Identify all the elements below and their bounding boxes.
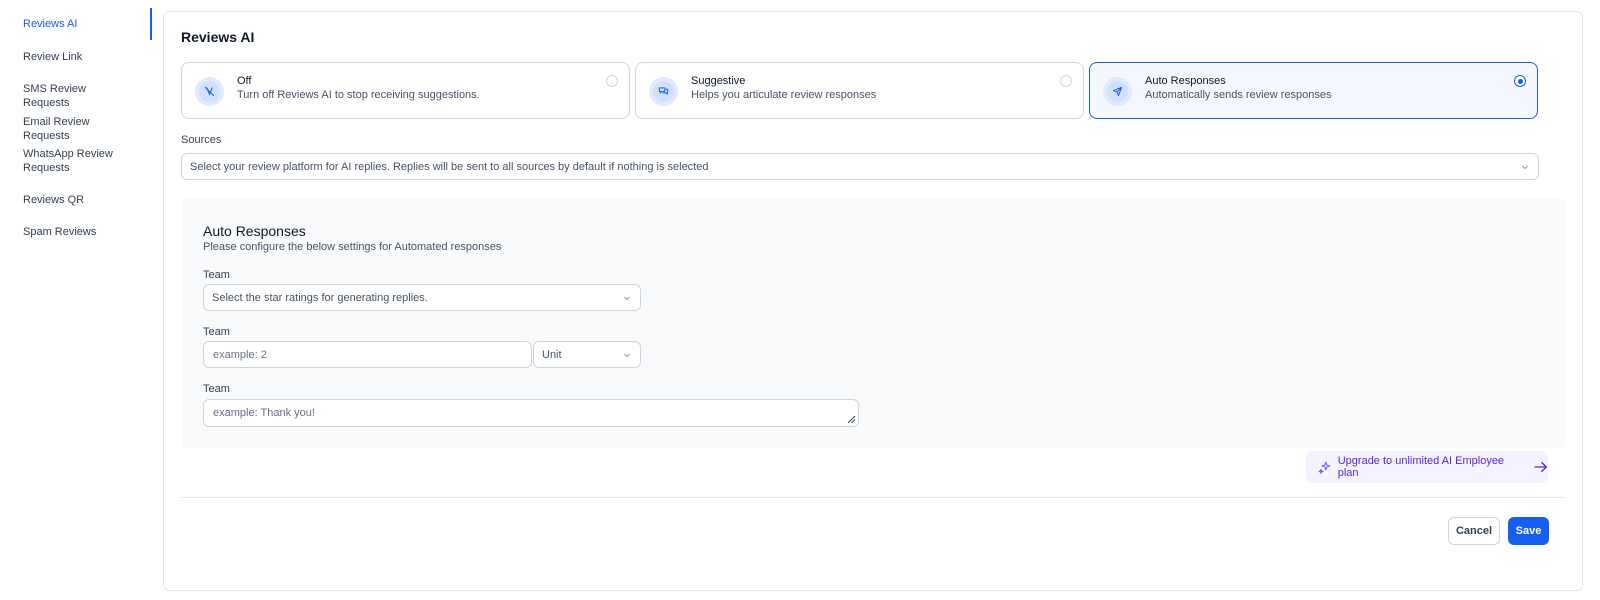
chevron-down-icon bbox=[1522, 165, 1528, 169]
sidebar-item-label: Reviews AI bbox=[23, 18, 78, 30]
panel-subtitle: Please configure the below settings for … bbox=[203, 241, 502, 253]
mode-description: Automatically sends review responses bbox=[1145, 89, 1332, 101]
footer-label: Team bbox=[203, 383, 230, 395]
sidebar-item-whatsapp-review-requests[interactable]: WhatsApp Review Requests bbox=[0, 137, 152, 183]
chevron-down-icon bbox=[624, 296, 630, 300]
mode-radio[interactable] bbox=[1514, 75, 1526, 87]
resize-handle-icon[interactable] bbox=[846, 414, 856, 424]
sidebar-item-label: WhatsApp Review bbox=[23, 148, 113, 160]
sources-label: Sources bbox=[181, 134, 222, 146]
mode-option-auto-responses[interactable]: Auto Responses Automatically sends revie… bbox=[1089, 62, 1538, 119]
sidebar-item-label: Spam Reviews bbox=[23, 226, 97, 238]
mode-radio[interactable] bbox=[1060, 75, 1072, 87]
sources-placeholder: Select your review platform for AI repli… bbox=[190, 160, 709, 173]
star-ratings-select[interactable]: Select the star ratings for generating r… bbox=[203, 284, 641, 311]
save-button[interactable]: Save bbox=[1508, 517, 1549, 545]
arrow-right-icon bbox=[1534, 461, 1548, 473]
sidebar-item-label: Review Link bbox=[23, 51, 83, 63]
sidebar-item-sms-review-requests[interactable]: SMS Review Requests bbox=[0, 72, 152, 109]
auto-responses-panel: Auto Responses Please configure the belo… bbox=[181, 198, 1565, 448]
footer-placeholder: example: Thank you! bbox=[213, 407, 315, 419]
sidebar-item-review-link[interactable]: Review Link bbox=[0, 40, 152, 72]
mode-title: Suggestive bbox=[691, 75, 746, 87]
sidebar-item-label-line2: Requests bbox=[23, 162, 70, 174]
chat-bubbles-icon bbox=[649, 77, 678, 106]
reviews-ai-settings-card: Reviews AI Off Turn off Reviews AI to st… bbox=[163, 11, 1583, 591]
mode-option-off[interactable]: Off Turn off Reviews AI to stop receivin… bbox=[181, 62, 630, 119]
star-ratings-placeholder: Select the star ratings for generating r… bbox=[212, 291, 428, 304]
page-title: Reviews AI bbox=[181, 29, 255, 45]
star-ratings-label: Team bbox=[203, 269, 230, 281]
settings-sidebar: Reviews AI Review Link SMS Review Reques… bbox=[0, 8, 152, 247]
mode-title: Off bbox=[237, 75, 252, 87]
sidebar-item-reviews-qr[interactable]: Reviews QR bbox=[0, 183, 152, 215]
sidebar-item-label: Reviews QR bbox=[23, 194, 85, 206]
footer-textarea[interactable]: example: Thank you! bbox=[203, 399, 859, 427]
ai-off-icon bbox=[195, 77, 224, 106]
sources-select[interactable]: Select your review platform for AI repli… bbox=[181, 153, 1539, 180]
sidebar-item-spam-reviews[interactable]: Spam Reviews bbox=[0, 215, 152, 247]
mode-description: Turn off Reviews AI to stop receiving su… bbox=[237, 89, 480, 101]
chevron-down-icon bbox=[624, 353, 630, 357]
cancel-button[interactable]: Cancel bbox=[1448, 517, 1500, 545]
panel-title: Auto Responses bbox=[203, 223, 306, 239]
unit-label: Unit bbox=[542, 348, 562, 361]
delay-label: Team bbox=[203, 326, 230, 338]
sidebar-item-reviews-ai[interactable]: Reviews AI bbox=[0, 8, 152, 40]
upgrade-label: Upgrade to unlimited AI Employee plan bbox=[1337, 455, 1505, 479]
mode-radio[interactable] bbox=[606, 75, 618, 87]
send-icon bbox=[1103, 77, 1132, 106]
delay-input[interactable]: example: 2 bbox=[203, 341, 532, 368]
footer-divider bbox=[181, 497, 1565, 498]
sparkle-icon bbox=[1318, 461, 1331, 474]
delay-placeholder: example: 2 bbox=[213, 348, 267, 361]
mode-description: Helps you articulate review responses bbox=[691, 89, 877, 101]
mode-title: Auto Responses bbox=[1145, 75, 1226, 87]
mode-option-suggestive[interactable]: Suggestive Helps you articulate review r… bbox=[635, 62, 1084, 119]
unit-select[interactable]: Unit bbox=[533, 341, 641, 368]
upgrade-plan-button[interactable]: Upgrade to unlimited AI Employee plan bbox=[1306, 451, 1548, 483]
